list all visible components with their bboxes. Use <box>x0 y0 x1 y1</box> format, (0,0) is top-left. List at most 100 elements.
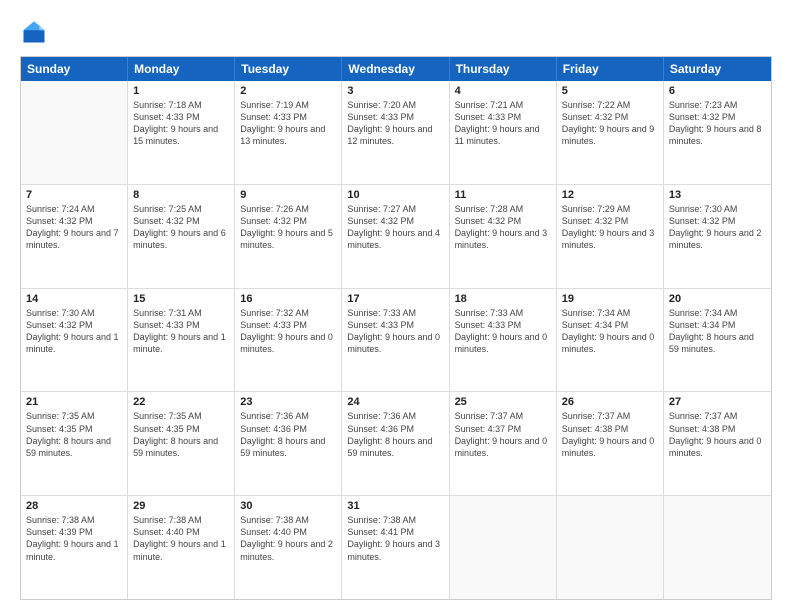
day-number: 13 <box>669 189 766 201</box>
calendar-week-2: 14 Sunrise: 7:30 AMSunset: 4:32 PM Dayligh… <box>21 289 771 393</box>
sunset-text: Sunset: 4:33 PM <box>133 319 229 331</box>
calendar-cell: 30 Sunrise: 7:38 AMSunset: 4:40 PMDayligh… <box>235 496 342 599</box>
sunrise-text: Sunrise: 7:38 AM <box>347 514 443 526</box>
sunset-text: Sunset: 4:33 PM <box>240 319 336 331</box>
day-number: 16 <box>240 293 336 305</box>
daylight-text: Daylight: 9 hours and 3 minutes. <box>455 227 551 251</box>
calendar-cell: 5Sunrise: 7:22 AMSunset: 4:32 PMDaylight… <box>557 81 664 184</box>
sunset-text: Sunset: 4:32 PM <box>26 319 122 331</box>
calendar-header-row: SundayMondayTuesdayWednesdayThursdayFrid… <box>21 57 771 81</box>
daylight-text: Daylight: 9 hours and 13 minutes. <box>240 123 336 147</box>
calendar-cell: 24Sunrise: 7:36 AMSunset: 4:36 PMDayligh… <box>342 392 449 495</box>
sunset-text: Sunset: 4:32 PM <box>347 215 443 227</box>
sunrise-text: Sunrise: 7:34 AM <box>562 307 658 319</box>
daylight-text: Daylight: 8 hours and 59 minutes. <box>669 331 766 355</box>
calendar-cell: 27Sunrise: 7:37 AMSunset: 4:38 PMDayligh… <box>664 392 771 495</box>
day-number: 5 <box>562 85 658 97</box>
sunset-text: Sunset: 4:37 PM <box>455 423 551 435</box>
daylight-text: Daylight: 9 hours and 2 minutes. <box>240 538 336 562</box>
calendar-cell: 13Sunrise: 7:30 AMSunset: 4:32 PMDayligh… <box>664 185 771 288</box>
sunrise-text: Sunrise: 7:18 AM <box>133 99 229 111</box>
sunset-text: Sunset: 4:33 PM <box>240 111 336 123</box>
calendar-cell: 2 Sunrise: 7:19 AMSunset: 4:33 PMDaylight… <box>235 81 342 184</box>
sunrise-text: Sunrise: 7:33 AM <box>455 307 551 319</box>
header-cell-saturday: Saturday <box>664 57 771 81</box>
day-number: 11 <box>455 189 551 201</box>
sunrise-text: Sunrise: 7:24 AM <box>26 203 122 215</box>
header-cell-friday: Friday <box>557 57 664 81</box>
daylight-text: Daylight: 8 hours and 59 minutes. <box>26 435 122 459</box>
day-number: 30 <box>240 500 336 512</box>
sunrise-text: Sunrise: 7:35 AM <box>133 410 229 422</box>
calendar-cell: 1Sunrise: 7:18 AMSunset: 4:33 PMDaylight… <box>128 81 235 184</box>
calendar-cell <box>450 496 557 599</box>
calendar-cell: 12Sunrise: 7:29 AMSunset: 4:32 PMDayligh… <box>557 185 664 288</box>
calendar-week-4: 28Sunrise: 7:38 AMSunset: 4:39 PMDayligh… <box>21 496 771 599</box>
sunset-text: Sunset: 4:32 PM <box>669 215 766 227</box>
sunrise-text: Sunrise: 7:29 AM <box>562 203 658 215</box>
calendar-cell: 16Sunrise: 7:32 AMSunset: 4:33 PMDayligh… <box>235 289 342 392</box>
day-number: 7 <box>26 189 122 201</box>
calendar-cell <box>557 496 664 599</box>
day-number: 20 <box>669 293 766 305</box>
daylight-text: Daylight: 9 hours and 9 minutes. <box>562 123 658 147</box>
day-number: 14 <box>26 293 122 305</box>
day-number: 26 <box>562 396 658 408</box>
day-number: 8 <box>133 189 229 201</box>
header-cell-wednesday: Wednesday <box>342 57 449 81</box>
day-number: 12 <box>562 189 658 201</box>
daylight-text: Daylight: 9 hours and 2 minutes. <box>669 227 766 251</box>
sunrise-text: Sunrise: 7:31 AM <box>133 307 229 319</box>
calendar-cell: 6Sunrise: 7:23 AMSunset: 4:32 PMDaylight… <box>664 81 771 184</box>
day-number: 27 <box>669 396 766 408</box>
sunset-text: Sunset: 4:33 PM <box>347 319 443 331</box>
calendar-cell: 19Sunrise: 7:34 AMSunset: 4:34 PMDayligh… <box>557 289 664 392</box>
sunrise-text: Sunrise: 7:28 AM <box>455 203 551 215</box>
calendar-week-1: 7Sunrise: 7:24 AMSunset: 4:32 PMDaylight… <box>21 185 771 289</box>
logo-icon <box>20 18 48 46</box>
calendar-cell: 17Sunrise: 7:33 AMSunset: 4:33 PMDayligh… <box>342 289 449 392</box>
calendar-week-0: 1Sunrise: 7:18 AMSunset: 4:33 PMDaylight… <box>21 81 771 185</box>
sunrise-text: Sunrise: 7:26 AM <box>240 203 336 215</box>
calendar-cell: 4Sunrise: 7:21 AMSunset: 4:33 PMDaylight… <box>450 81 557 184</box>
header-cell-tuesday: Tuesday <box>235 57 342 81</box>
sunset-text: Sunset: 4:34 PM <box>669 319 766 331</box>
sunrise-text: Sunrise: 7:30 AM <box>26 307 122 319</box>
day-number: 23 <box>240 396 336 408</box>
day-number: 24 <box>347 396 443 408</box>
sunset-text: Sunset: 4:35 PM <box>26 423 122 435</box>
sunset-text: Sunset: 4:33 PM <box>133 111 229 123</box>
calendar-cell <box>21 81 128 184</box>
sunset-text: Sunset: 4:41 PM <box>347 526 443 538</box>
sunset-text: Sunset: 4:32 PM <box>26 215 122 227</box>
daylight-text: Daylight: 9 hours and 1 minute. <box>133 331 229 355</box>
sunrise-text: Sunrise: 7:34 AM <box>669 307 766 319</box>
daylight-text: Daylight: 8 hours and 59 minutes. <box>133 435 229 459</box>
sunrise-text: Sunrise: 7:19 AM <box>240 99 336 111</box>
sunset-text: Sunset: 4:32 PM <box>455 215 551 227</box>
calendar-cell: 11 Sunrise: 7:28 AMSunset: 4:32 PMDayligh… <box>450 185 557 288</box>
sunrise-text: Sunrise: 7:38 AM <box>240 514 336 526</box>
sunset-text: Sunset: 4:36 PM <box>240 423 336 435</box>
calendar-body: 1Sunrise: 7:18 AMSunset: 4:33 PMDaylight… <box>21 81 771 599</box>
daylight-text: Daylight: 9 hours and 0 minutes. <box>562 331 658 355</box>
daylight-text: Daylight: 9 hours and 0 minutes. <box>669 435 766 459</box>
sunset-text: Sunset: 4:32 PM <box>669 111 766 123</box>
daylight-text: Daylight: 9 hours and 4 minutes. <box>347 227 443 251</box>
header-cell-sunday: Sunday <box>21 57 128 81</box>
header <box>20 18 772 46</box>
calendar-cell: 26Sunrise: 7:37 AMSunset: 4:38 PMDayligh… <box>557 392 664 495</box>
sunset-text: Sunset: 4:32 PM <box>562 111 658 123</box>
sunset-text: Sunset: 4:38 PM <box>669 423 766 435</box>
daylight-text: Daylight: 9 hours and 0 minutes. <box>347 331 443 355</box>
calendar-cell: 21Sunrise: 7:35 AMSunset: 4:35 PMDayligh… <box>21 392 128 495</box>
sunset-text: Sunset: 4:40 PM <box>240 526 336 538</box>
day-number: 2 <box>240 85 336 97</box>
sunset-text: Sunset: 4:32 PM <box>240 215 336 227</box>
daylight-text: Daylight: 9 hours and 5 minutes. <box>240 227 336 251</box>
sunset-text: Sunset: 4:36 PM <box>347 423 443 435</box>
day-number: 3 <box>347 85 443 97</box>
daylight-text: Daylight: 9 hours and 8 minutes. <box>669 123 766 147</box>
sunrise-text: Sunrise: 7:38 AM <box>26 514 122 526</box>
calendar-cell: 29Sunrise: 7:38 AMSunset: 4:40 PMDayligh… <box>128 496 235 599</box>
